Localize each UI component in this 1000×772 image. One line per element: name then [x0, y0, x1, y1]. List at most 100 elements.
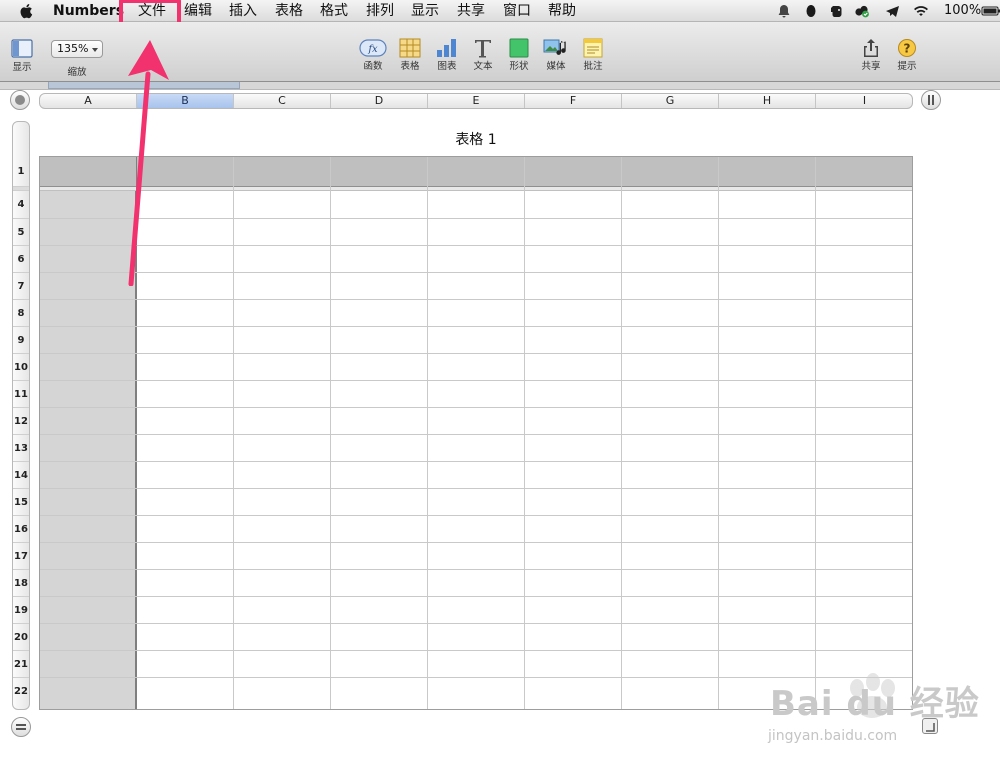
column-header-b[interactable]: B	[137, 94, 234, 108]
row-divider	[40, 407, 912, 408]
numbers-window: Numbers 文件 编辑 插入 表格 格式 排列 显示 共享 窗口 帮助 10…	[0, 0, 1000, 772]
menu-app-name[interactable]: Numbers	[53, 2, 124, 20]
menu-edit[interactable]: 编辑	[184, 2, 212, 20]
select-all-button[interactable]	[10, 90, 30, 110]
share-label: 共享	[861, 61, 881, 72]
row-header-5[interactable]: 5	[13, 219, 29, 246]
menu-help[interactable]: 帮助	[548, 2, 576, 20]
table-icon	[399, 38, 421, 58]
zoom-label: 缩放	[67, 67, 87, 78]
menu-format[interactable]: 格式	[320, 2, 348, 20]
wifi-icon[interactable]	[913, 3, 929, 19]
row-header-6[interactable]: 6	[13, 246, 29, 273]
column-header-c[interactable]: C	[234, 94, 331, 108]
media-button[interactable]: 媒体	[536, 38, 576, 82]
zoom-value: 135%	[57, 42, 89, 55]
chart-label: 图表	[437, 61, 457, 72]
row-divider	[40, 623, 912, 624]
table-grid[interactable]	[39, 156, 913, 710]
row-header-12[interactable]: 12	[13, 408, 29, 435]
text-icon	[475, 40, 491, 58]
column-header-h[interactable]: H	[719, 94, 816, 108]
row-header-15[interactable]: 15	[13, 489, 29, 516]
notification-bell-icon[interactable]	[776, 3, 792, 19]
text-button[interactable]: 文本	[463, 38, 503, 82]
menu-view[interactable]: 显示	[411, 2, 439, 20]
comment-button[interactable]: 批注	[573, 38, 613, 82]
circle-icon	[15, 95, 25, 105]
share-button[interactable]: 共享	[851, 38, 891, 82]
apple-menu-icon[interactable]	[18, 2, 36, 20]
qq-penguin-icon[interactable]	[803, 3, 819, 19]
row-header-bar: 1 4 5 6 7 8 9 10 11 12 13 14 15 16 17 18…	[12, 121, 30, 710]
row-header-20[interactable]: 20	[13, 624, 29, 651]
row-divider	[40, 488, 912, 489]
view-button[interactable]: 显示	[2, 39, 42, 83]
column-header-a[interactable]: A	[40, 94, 137, 108]
menu-bar: Numbers 文件 编辑 插入 表格 格式 排列 显示 共享 窗口 帮助 10…	[0, 0, 1000, 26]
menu-window[interactable]: 窗口	[503, 2, 531, 20]
table-button[interactable]: 表格	[390, 38, 430, 82]
sync-cloud-icon[interactable]	[854, 3, 870, 19]
column-header-i[interactable]: I	[816, 94, 912, 108]
column-header-f[interactable]: F	[525, 94, 622, 108]
shape-icon	[509, 38, 529, 58]
row-divider	[40, 380, 912, 381]
table-label: 表格	[400, 61, 420, 72]
row-header-18[interactable]: 18	[13, 570, 29, 597]
evernote-elephant-icon[interactable]	[829, 3, 845, 19]
row-header-9[interactable]: 9	[13, 327, 29, 354]
chart-icon	[437, 39, 456, 57]
zoom-select[interactable]: 135%	[51, 40, 103, 58]
row-header-4[interactable]: 4	[13, 191, 29, 219]
equals-icon	[16, 724, 26, 730]
share-icon	[864, 39, 878, 57]
comment-label: 批注	[583, 61, 603, 72]
chevron-down-icon	[92, 48, 98, 52]
watermark-brand: Bai du 经验	[770, 684, 980, 724]
function-icon: fx	[359, 39, 387, 57]
airmail-icon[interactable]	[885, 3, 901, 19]
row-divider	[40, 515, 912, 516]
row-header-8[interactable]: 8	[13, 300, 29, 327]
row-divider	[40, 299, 912, 300]
table-title[interactable]: 表格 1	[376, 129, 576, 149]
menu-arrange[interactable]: 排列	[366, 2, 394, 20]
row-header-10[interactable]: 10	[13, 354, 29, 381]
text-label: 文本	[473, 61, 493, 72]
column-header-e[interactable]: E	[428, 94, 525, 108]
column-header-d[interactable]: D	[331, 94, 428, 108]
row-header-22[interactable]: 22	[13, 678, 29, 709]
header-column[interactable]	[40, 187, 136, 709]
menu-insert[interactable]: 插入	[229, 2, 257, 20]
row-divider	[40, 353, 912, 354]
row-divider	[40, 434, 912, 435]
row-header-21[interactable]: 21	[13, 651, 29, 678]
row-header-19[interactable]: 19	[13, 597, 29, 624]
row-header-14[interactable]: 14	[13, 462, 29, 489]
row-header-7[interactable]: 7	[13, 273, 29, 300]
shape-label: 形状	[509, 61, 529, 72]
pause-button[interactable]	[921, 90, 941, 110]
menu-share[interactable]: 共享	[457, 2, 485, 20]
row-divider	[40, 596, 912, 597]
sheet-tab[interactable]	[48, 82, 240, 89]
svg-text:fx: fx	[367, 44, 378, 55]
tips-button[interactable]: ? 提示	[887, 38, 927, 82]
row-header-16[interactable]: 16	[13, 516, 29, 543]
battery-icon[interactable]	[981, 3, 1000, 19]
header-row[interactable]	[40, 157, 912, 187]
row-header-11[interactable]: 11	[13, 381, 29, 408]
media-label: 媒体	[546, 61, 566, 72]
chart-button[interactable]: 图表	[427, 38, 467, 82]
view-label: 显示	[12, 62, 32, 73]
row-divider	[40, 245, 912, 246]
row-header-17[interactable]: 17	[13, 543, 29, 570]
row-header-1[interactable]: 1	[13, 122, 29, 187]
function-button[interactable]: fx 函数	[353, 38, 393, 82]
shape-button[interactable]: 形状	[499, 38, 539, 82]
row-header-13[interactable]: 13	[13, 435, 29, 462]
menu-table[interactable]: 表格	[275, 2, 303, 20]
add-row-button[interactable]	[11, 717, 31, 737]
column-header-g[interactable]: G	[622, 94, 719, 108]
